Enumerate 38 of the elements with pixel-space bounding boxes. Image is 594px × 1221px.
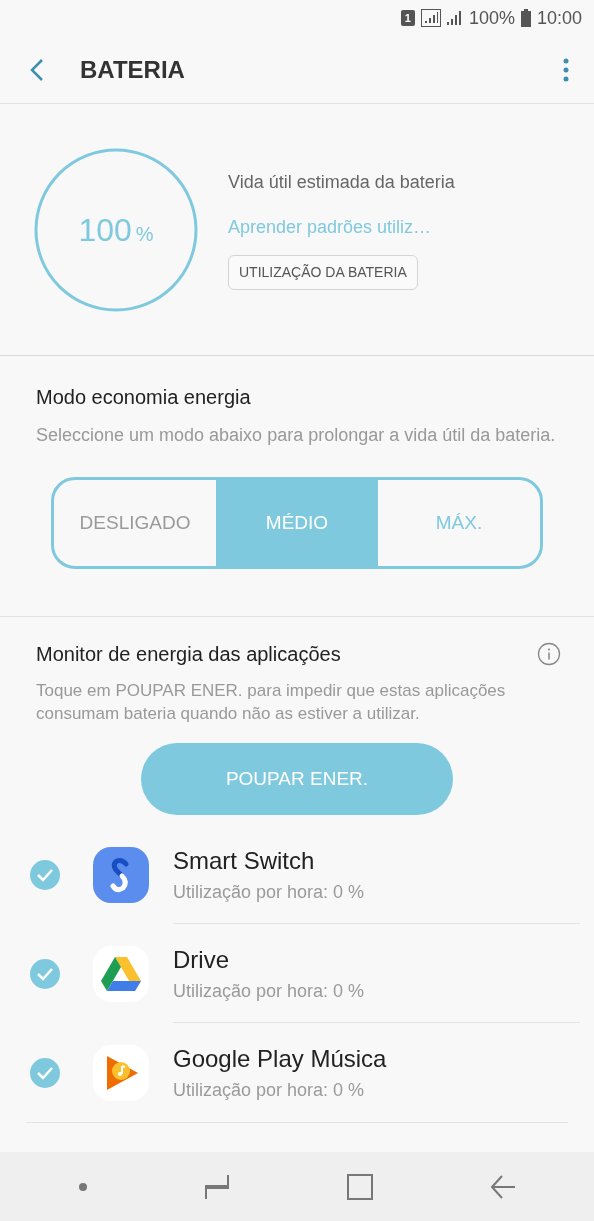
estimate-label: Vida útil estimada da bateria xyxy=(228,171,455,194)
sim-badge: 1 xyxy=(400,9,415,27)
app-usage: Utilização por hora: 0 % xyxy=(173,1079,366,1102)
check-icon[interactable] xyxy=(29,957,61,990)
battery-level-value: 100% xyxy=(78,210,154,250)
check-icon[interactable] xyxy=(29,1056,61,1089)
clock: 10:00 xyxy=(536,6,582,30)
learn-link[interactable]: Aprender padrões utiliz… xyxy=(228,214,432,241)
battery-percent: 100% xyxy=(468,6,515,30)
signal-icon xyxy=(446,11,463,25)
check-icon[interactable] xyxy=(29,858,61,891)
app-usage: Utilização por hora: 0 % xyxy=(173,979,366,1003)
section-description: Toque em POUPAR ENER. para impedir que estas aplicações consumam bateria quando não as estiver a utilizar. xyxy=(36,680,507,725)
app-usage: Utilização por hora: 0 % xyxy=(173,880,366,904)
section-description: Seleccione um modo abaixo para prolongar a vida útil da bateria. xyxy=(36,424,557,447)
recents-icon[interactable] xyxy=(203,1173,230,1200)
mode-option[interactable]: MÁX. xyxy=(378,480,540,566)
mode-option[interactable]: DESLIGADO xyxy=(54,480,216,566)
play-music-icon xyxy=(92,1043,150,1102)
mode-option[interactable]: MÉDIO xyxy=(216,480,378,566)
section-title: Modo economia energia xyxy=(36,385,252,410)
home-icon[interactable] xyxy=(346,1173,373,1200)
battery-icon xyxy=(520,9,531,27)
dot-icon xyxy=(78,1182,87,1191)
app-name: Drive xyxy=(173,944,230,975)
back-icon xyxy=(30,57,44,82)
app-name: Smart Switch xyxy=(173,845,316,876)
info-icon[interactable] xyxy=(537,642,561,666)
triangle-logo-icon xyxy=(92,944,150,1003)
app-icon xyxy=(92,845,150,904)
page-title: BATERIA xyxy=(80,54,186,85)
app-name: Google Play Música xyxy=(173,1044,388,1074)
signal-icon xyxy=(420,9,441,27)
section-title: Monitor de energia das aplicações xyxy=(36,642,341,667)
back-nav-icon[interactable] xyxy=(489,1173,516,1200)
battery-usage-button[interactable]: UTILIZAÇÃO DA BATERIA xyxy=(228,255,418,290)
save-energy-button[interactable]: POUPAR ENER. xyxy=(141,743,453,815)
more-icon xyxy=(563,57,569,82)
